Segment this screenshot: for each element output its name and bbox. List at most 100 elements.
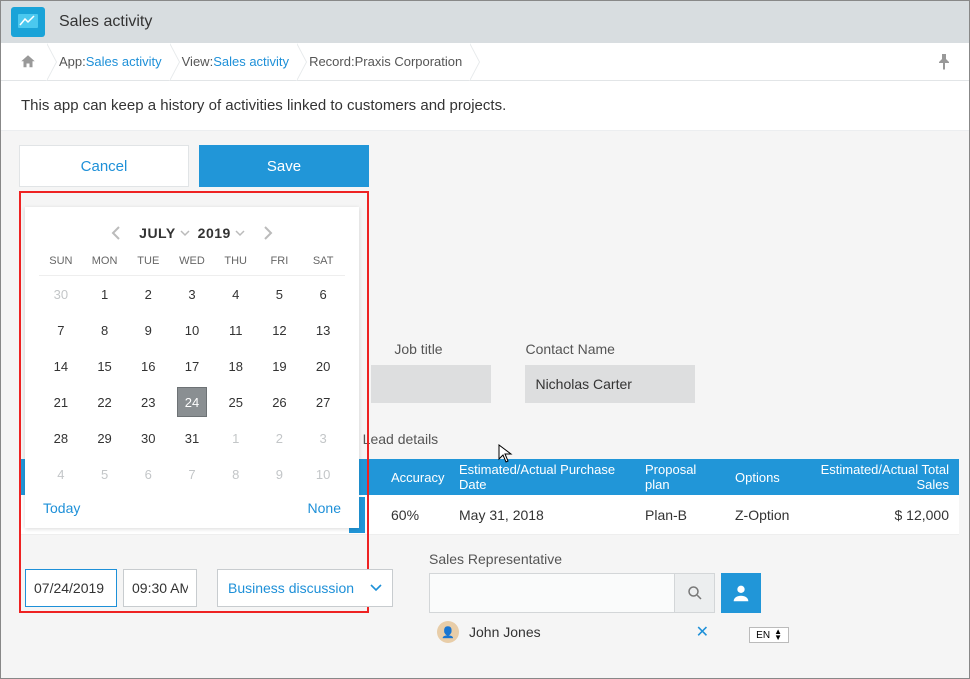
year-select[interactable]: 2019: [198, 225, 245, 241]
day-cell[interactable]: 24: [170, 384, 214, 420]
rep-search: [429, 573, 761, 613]
day-cell[interactable]: 30: [126, 420, 170, 456]
contact-group: Contact Name: [525, 341, 695, 403]
day-cell[interactable]: 9: [126, 312, 170, 348]
remove-rep-button[interactable]: ✕: [696, 622, 717, 642]
date-input[interactable]: [25, 569, 117, 607]
time-input[interactable]: [123, 569, 197, 607]
day-cell[interactable]: 5: [83, 456, 127, 492]
app-crumb[interactable]: App: Sales activity: [49, 43, 172, 81]
day-cell[interactable]: 27: [301, 384, 345, 420]
search-button[interactable]: [675, 573, 715, 613]
chevron-down-icon: [370, 583, 382, 593]
chevron-down-icon: [235, 229, 245, 237]
job-title-group: Job title: [371, 341, 491, 403]
chevron-right-icon: [263, 226, 273, 240]
day-cell[interactable]: 13: [301, 312, 345, 348]
day-cell[interactable]: 6: [301, 276, 345, 312]
view-crumb-link[interactable]: Sales activity: [213, 54, 289, 69]
weekday-label: THU: [214, 255, 258, 267]
pin-icon[interactable]: [937, 54, 961, 70]
day-cell[interactable]: 28: [39, 420, 83, 456]
topic-label: Business discussion: [228, 580, 354, 596]
day-cell[interactable]: 4: [39, 456, 83, 492]
month-select[interactable]: JULY: [139, 225, 190, 241]
day-cell[interactable]: 7: [170, 456, 214, 492]
day-cell[interactable]: 1: [83, 276, 127, 312]
contact-label: Contact Name: [525, 341, 695, 357]
day-cell[interactable]: 19: [258, 348, 302, 384]
day-cell[interactable]: 23: [126, 384, 170, 420]
save-button[interactable]: Save: [199, 145, 369, 187]
td-purchase: May 31, 2018: [449, 507, 635, 523]
day-cell[interactable]: 30: [39, 276, 83, 312]
day-cell[interactable]: 22: [83, 384, 127, 420]
chevron-updown-icon: ▲▼: [774, 629, 782, 641]
day-cell[interactable]: 3: [301, 420, 345, 456]
day-cell[interactable]: 8: [214, 456, 258, 492]
day-cell[interactable]: 14: [39, 348, 83, 384]
year-label: 2019: [198, 225, 231, 241]
day-cell[interactable]: 26: [258, 384, 302, 420]
day-cell[interactable]: 5: [258, 276, 302, 312]
day-cell[interactable]: 17: [170, 348, 214, 384]
rep-label: Sales Representative: [429, 551, 562, 567]
day-cell[interactable]: 15: [83, 348, 127, 384]
day-cell[interactable]: 4: [214, 276, 258, 312]
contact-field[interactable]: [525, 365, 695, 403]
chevron-down-icon: [180, 229, 190, 237]
weekday-label: MON: [83, 255, 127, 267]
app-crumb-link[interactable]: Sales activity: [86, 54, 162, 69]
day-cell[interactable]: 7: [39, 312, 83, 348]
app-icon: [11, 7, 45, 37]
day-cell[interactable]: 20: [301, 348, 345, 384]
org-picker-button[interactable]: [721, 573, 761, 613]
day-cell[interactable]: 2: [126, 276, 170, 312]
weekday-row: SUNMONTUEWEDTHUFRISAT: [39, 255, 345, 276]
topic-select[interactable]: Business discussion: [217, 569, 393, 607]
highlight-box: JULY 2019 SUNMONTUEWEDTHUFRISAT 30123456…: [19, 191, 369, 613]
today-link[interactable]: Today: [43, 500, 80, 516]
th-purchase: Estimated/Actual Purchase Date: [449, 462, 635, 492]
day-cell[interactable]: 25: [214, 384, 258, 420]
day-cell[interactable]: 31: [170, 420, 214, 456]
prev-month-button[interactable]: [101, 226, 131, 240]
record-crumb: Record: Praxis Corporation: [299, 43, 472, 81]
day-cell[interactable]: 8: [83, 312, 127, 348]
day-cell[interactable]: 18: [214, 348, 258, 384]
cancel-button[interactable]: Cancel: [19, 145, 189, 187]
avatar: 👤: [437, 621, 459, 643]
rep-chip: 👤 John Jones ✕: [429, 621, 717, 643]
th-accuracy: Accuracy: [381, 470, 449, 485]
record-crumb-prefix: Record:: [309, 54, 355, 69]
day-cell[interactable]: 10: [301, 456, 345, 492]
none-link[interactable]: None: [308, 500, 341, 516]
job-title-field[interactable]: [371, 365, 491, 403]
day-cell[interactable]: 9: [258, 456, 302, 492]
day-cell[interactable]: 11: [214, 312, 258, 348]
day-cell[interactable]: 2: [258, 420, 302, 456]
day-cell[interactable]: 6: [126, 456, 170, 492]
next-month-button[interactable]: [253, 226, 283, 240]
day-cell[interactable]: 12: [258, 312, 302, 348]
month-label: JULY: [139, 225, 176, 241]
th-total: Estimated/Actual Total Sales: [801, 462, 959, 492]
search-icon: [686, 584, 704, 602]
day-cell[interactable]: 10: [170, 312, 214, 348]
record-crumb-text: Praxis Corporation: [355, 54, 463, 69]
view-crumb[interactable]: View: Sales activity: [172, 43, 299, 81]
day-cell[interactable]: 1: [214, 420, 258, 456]
day-cell[interactable]: 21: [39, 384, 83, 420]
language-badge[interactable]: EN ▲▼: [749, 627, 789, 643]
home-crumb[interactable]: [9, 43, 49, 81]
view-crumb-prefix: View:: [182, 54, 214, 69]
org-icon: [730, 582, 752, 604]
weekday-label: TUE: [126, 255, 170, 267]
app-header: Sales activity: [1, 1, 969, 43]
weekday-label: SAT: [301, 255, 345, 267]
day-cell[interactable]: 29: [83, 420, 127, 456]
day-cell[interactable]: 16: [126, 348, 170, 384]
weekday-label: WED: [170, 255, 214, 267]
rep-search-input[interactable]: [429, 573, 675, 613]
day-cell[interactable]: 3: [170, 276, 214, 312]
